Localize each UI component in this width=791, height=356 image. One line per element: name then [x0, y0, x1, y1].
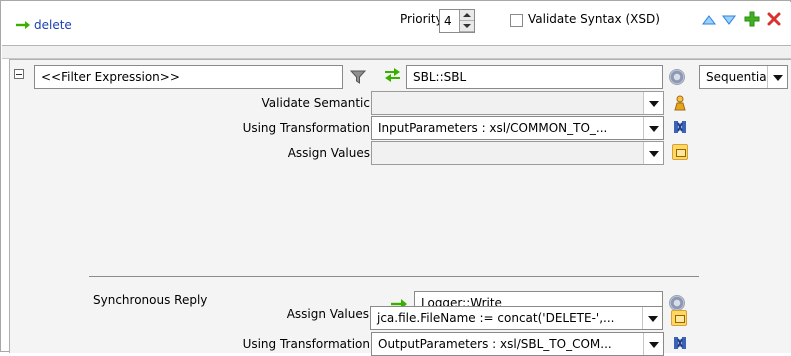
reply-assign-values-icon[interactable]: [671, 310, 687, 326]
priority-spin-buttons[interactable]: [459, 10, 474, 32]
toolbar-separator: [2, 46, 791, 59]
filter-expression-field[interactable]: <<Filter Expression>>: [34, 65, 343, 89]
reply-using-transformation-label: Using Transformation: [242, 337, 370, 351]
spin-up-icon[interactable]: [460, 10, 474, 21]
service-gear-icon[interactable]: [669, 69, 685, 85]
transformation-mapper-icon[interactable]: [673, 120, 687, 134]
chevron-down-icon[interactable]: [643, 92, 663, 114]
reply-assign-values-label: Assign Values: [286, 307, 369, 321]
assign-values-select[interactable]: [371, 141, 664, 165]
add-icon[interactable]: [744, 11, 760, 27]
reply-transformation-mapper-icon[interactable]: [673, 336, 687, 350]
priority-value: 4: [444, 14, 452, 28]
validate-semantic-icon[interactable]: [674, 95, 686, 111]
priority-spinner[interactable]: 4: [439, 9, 475, 33]
target-service-text: SBL::SBL: [413, 70, 467, 84]
chevron-down-icon[interactable]: [643, 142, 663, 164]
validate-syntax-label: Validate Syntax (XSD): [528, 12, 660, 26]
rule-toolbar: delete Priority 4 Validate Syntax (XSD): [2, 2, 791, 46]
routing-swap-icon: [384, 67, 401, 83]
section-divider: [89, 276, 699, 277]
collapse-toggle-icon[interactable]: [14, 69, 24, 79]
routing-rule-panel: delete Priority 4 Validate Syntax (XSD): [0, 0, 791, 356]
routing-mode-text: Sequential: [706, 70, 770, 84]
validate-semantic-select[interactable]: [371, 91, 664, 115]
target-service-field[interactable]: SBL::SBL: [406, 65, 663, 89]
priority-label: Priority: [400, 12, 443, 26]
route-arrow-icon: [15, 19, 31, 29]
reply-using-transformation-value: OutputParameters : xsl/SBL_TO_COM...: [378, 337, 612, 351]
remove-icon[interactable]: [767, 12, 781, 26]
chevron-down-icon[interactable]: [767, 66, 787, 88]
chevron-down-icon[interactable]: [642, 307, 662, 329]
using-transformation-select[interactable]: InputParameters : xsl/COMMON_TO_...: [371, 116, 664, 140]
assign-values-label: Assign Values: [287, 146, 370, 160]
validate-syntax-checkbox[interactable]: [510, 14, 523, 27]
reply-assign-values-select[interactable]: jca.file.FileName := concat('DELETE-',..…: [370, 306, 663, 330]
assign-values-icon[interactable]: [672, 144, 688, 160]
routing-mode-select[interactable]: Sequential: [699, 65, 788, 89]
using-transformation-label: Using Transformation: [242, 121, 370, 135]
validate-semantic-label: Validate Semantic: [261, 96, 370, 110]
synchronous-reply-label: Synchronous Reply: [93, 293, 208, 307]
move-up-icon[interactable]: [702, 14, 716, 25]
reply-gear-icon[interactable]: [669, 295, 685, 311]
reply-using-transformation-select[interactable]: OutputParameters : xsl/SBL_TO_COM...: [371, 332, 664, 356]
reply-assign-values-value: jca.file.FileName := concat('DELETE-',..…: [377, 311, 615, 325]
delete-operation-link[interactable]: delete: [34, 18, 72, 32]
move-down-icon[interactable]: [722, 14, 736, 25]
filter-icon[interactable]: [349, 69, 367, 85]
using-transformation-value: InputParameters : xsl/COMMON_TO_...: [378, 121, 608, 135]
chevron-down-icon[interactable]: [643, 117, 663, 139]
spin-down-icon[interactable]: [460, 21, 474, 32]
filter-expression-text: <<Filter Expression>>: [41, 70, 180, 84]
